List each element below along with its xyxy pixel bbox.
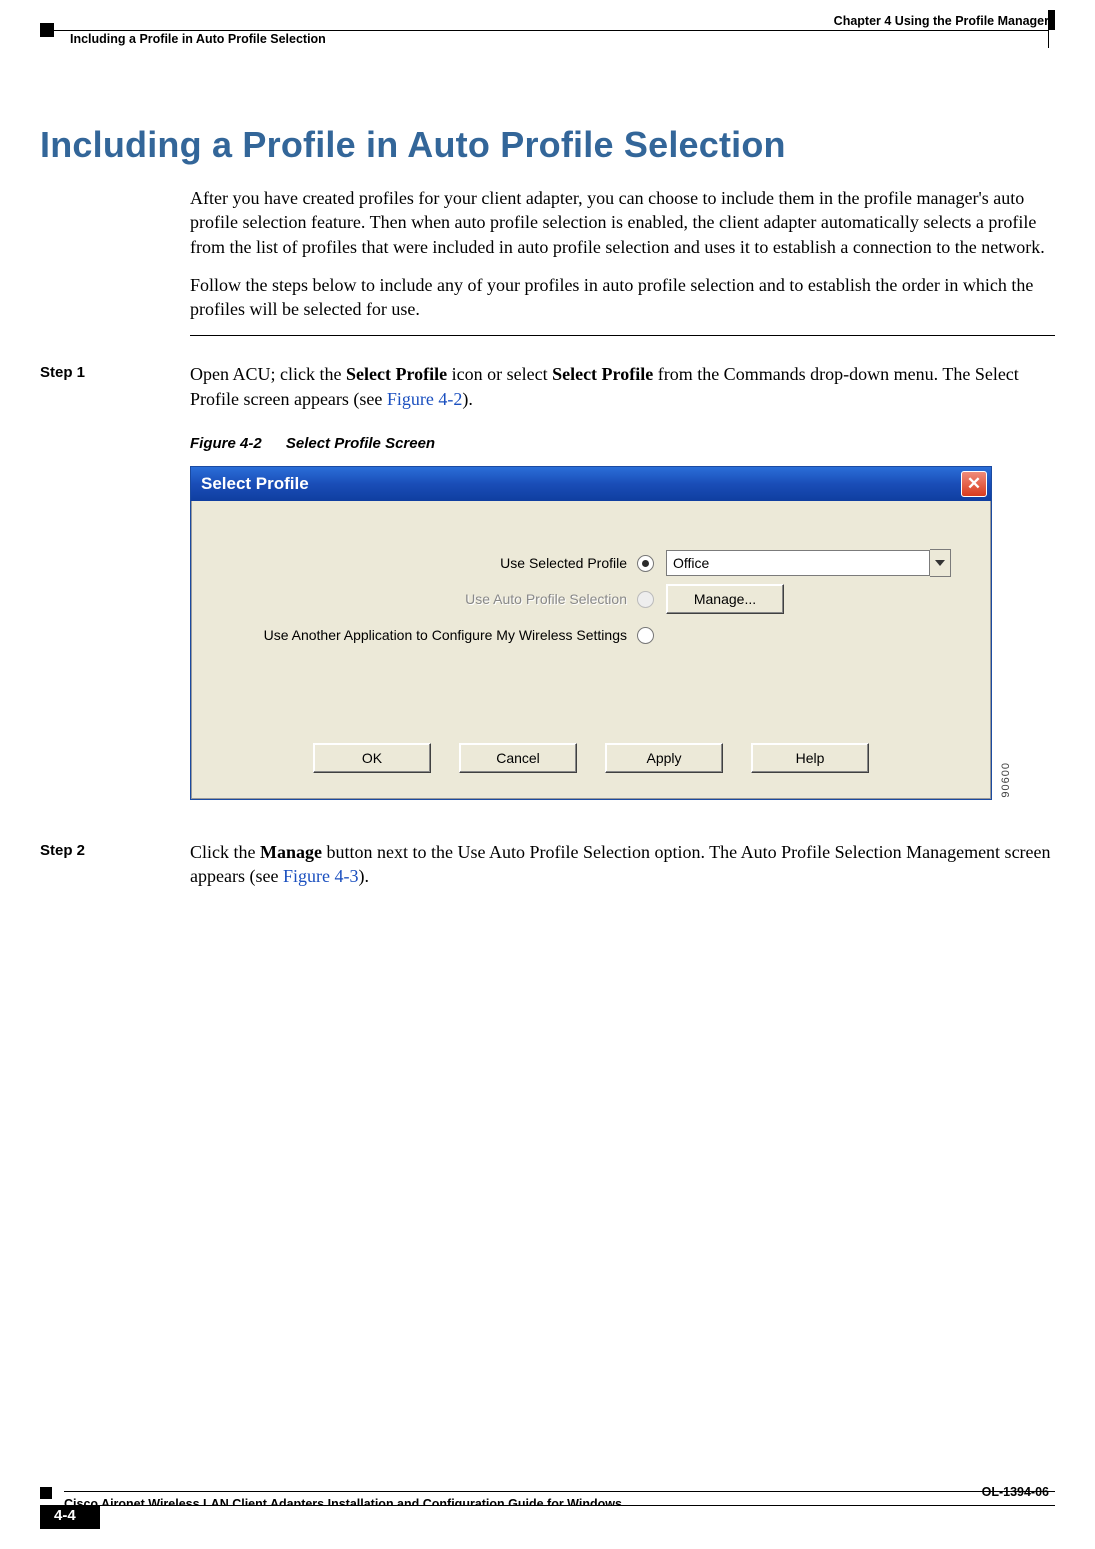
- header-ornament-left: [40, 23, 54, 37]
- profile-combo[interactable]: Office: [666, 549, 951, 577]
- step-2-body: Click the Manage button next to the Use …: [190, 840, 1055, 889]
- header-ornament-right: [1049, 10, 1055, 30]
- step-2-label: Step 2: [40, 840, 190, 889]
- step-2: Step 2 Click the Manage button next to t…: [40, 840, 1055, 889]
- running-header: Chapter 4 Using the Profile Manager Incl…: [40, 0, 1055, 14]
- intro-p2: Follow the steps below to include any of…: [190, 273, 1045, 322]
- intro-block: After you have created profiles for your…: [190, 186, 1045, 321]
- apply-button[interactable]: Apply: [605, 743, 723, 773]
- step-1-text-b: icon or select: [447, 364, 552, 384]
- footer-rule: [64, 1491, 1055, 1492]
- option-auto-profile-selection: Use Auto Profile Selection Manage...: [207, 581, 975, 617]
- intro-p1: After you have created profiles for your…: [190, 186, 1045, 259]
- opt1-radio[interactable]: [637, 555, 654, 572]
- help-button[interactable]: Help: [751, 743, 869, 773]
- step-1-xref[interactable]: Figure 4-2: [387, 389, 463, 409]
- steps: Step 1 Open ACU; click the Select Profil…: [40, 362, 1055, 888]
- step-1-bold-b: Select Profile: [552, 364, 653, 384]
- step-1-body: Open ACU; click the Select Profile icon …: [190, 362, 1055, 411]
- header-chapter: Chapter 4 Using the Profile Manager: [834, 14, 1049, 28]
- opt2-radio[interactable]: [637, 591, 654, 608]
- figure-caption: Figure 4-2 Select Profile Screen: [190, 435, 1055, 452]
- manage-button[interactable]: Manage...: [666, 584, 784, 614]
- option-another-application: Use Another Application to Configure My …: [207, 617, 975, 653]
- close-button[interactable]: ✕: [961, 471, 987, 497]
- cancel-button[interactable]: Cancel: [459, 743, 577, 773]
- figure-image: Select Profile ✕ Use Selected Profile Of…: [190, 466, 1010, 800]
- opt3-label: Use Another Application to Configure My …: [207, 627, 637, 643]
- option-use-selected-profile: Use Selected Profile Office: [207, 545, 975, 581]
- step-1-text-d: ).: [462, 389, 473, 409]
- footer-page-number: 4-4: [54, 1507, 76, 1524]
- dialog-title: Select Profile: [201, 474, 309, 494]
- dialog-button-row: OK Cancel Apply Help: [207, 743, 975, 779]
- step-1-label: Step 1: [40, 362, 190, 411]
- opt1-label: Use Selected Profile: [207, 555, 637, 571]
- opt3-radio[interactable]: [637, 627, 654, 644]
- figure-image-id: 90600: [1000, 762, 1012, 798]
- figure-number: Figure 4-2: [190, 435, 262, 452]
- figure-title: Select Profile Screen: [286, 435, 435, 452]
- content: Including a Profile in Auto Profile Sele…: [40, 124, 1055, 889]
- step-rule-top: [190, 335, 1055, 336]
- footer-bar-clip: [100, 1505, 1055, 1529]
- opt2-label: Use Auto Profile Selection: [207, 591, 637, 607]
- page-footer: Cisco Aironet Wireless LAN Client Adapte…: [40, 1487, 1055, 1529]
- close-icon: ✕: [967, 474, 981, 494]
- select-profile-dialog: Select Profile ✕ Use Selected Profile Of…: [190, 466, 992, 800]
- step-2-text-a: Click the: [190, 842, 260, 862]
- step-1: Step 1 Open ACU; click the Select Profil…: [40, 362, 1055, 411]
- step-1-bold-a: Select Profile: [346, 364, 447, 384]
- chevron-down-icon[interactable]: [930, 549, 951, 577]
- profile-combo-value[interactable]: Office: [666, 550, 930, 576]
- page-title: Including a Profile in Auto Profile Sele…: [40, 124, 1055, 166]
- step-2-xref[interactable]: Figure 4-3: [283, 866, 359, 886]
- header-section: Including a Profile in Auto Profile Sele…: [70, 32, 326, 46]
- dialog-body: Use Selected Profile Office Use Auto Pro…: [191, 501, 991, 799]
- ok-button[interactable]: OK: [313, 743, 431, 773]
- step-1-text-a: Open ACU; click the: [190, 364, 346, 384]
- footer-doc-number: OL-1394-06: [982, 1485, 1049, 1499]
- step-2-bold-a: Manage: [260, 842, 322, 862]
- header-rule: [40, 30, 1049, 31]
- step-2-text-c: ).: [358, 866, 369, 886]
- footer-ornament: [40, 1487, 52, 1499]
- dialog-titlebar: Select Profile ✕: [191, 467, 991, 501]
- page: Chapter 4 Using the Profile Manager Incl…: [0, 0, 1095, 1549]
- footer-bar: 4-4 OL-1394-06: [40, 1505, 1055, 1529]
